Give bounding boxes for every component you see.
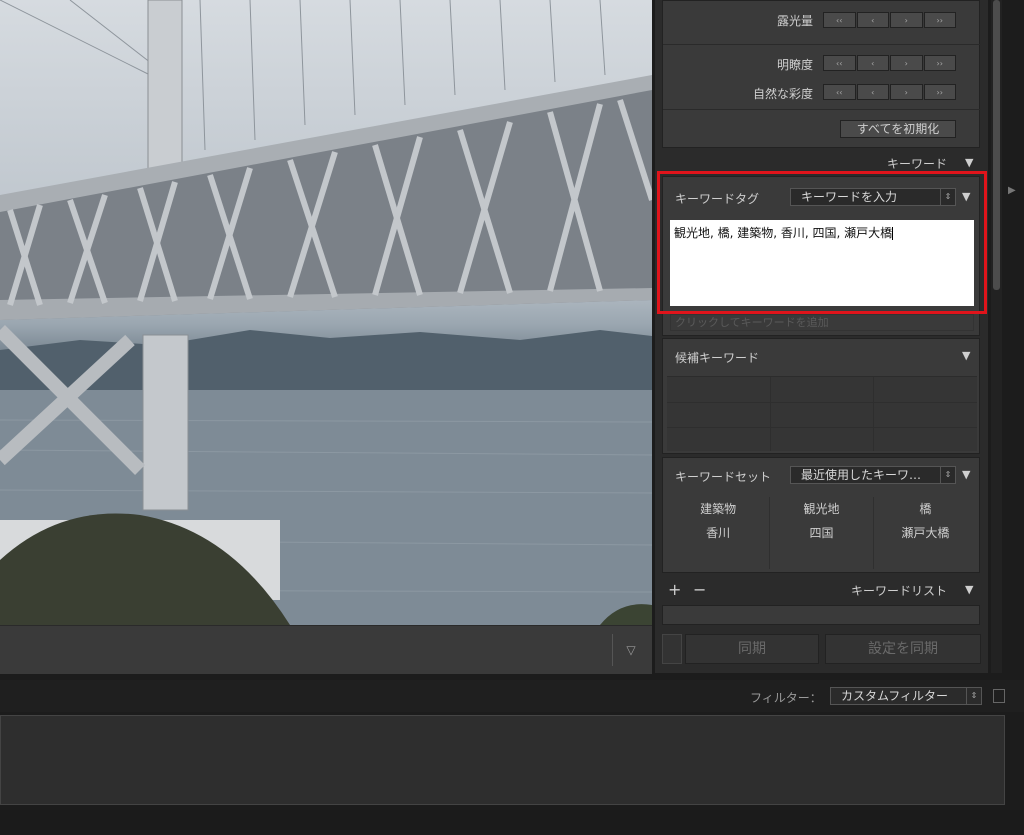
keyword-set-label: キーワードセット xyxy=(675,470,772,484)
filter-value: カスタムフィルター xyxy=(841,689,949,703)
reset-all-button[interactable]: すべてを初期化 xyxy=(840,120,956,138)
keyword-set-item[interactable]: 香川 xyxy=(667,521,771,545)
bottom-strip xyxy=(0,810,1024,835)
chevron-down-icon[interactable]: ▽ xyxy=(620,640,642,660)
keyword-list-header[interactable]: キーワードリスト xyxy=(851,582,947,604)
step-up-button[interactable]: › xyxy=(890,55,923,71)
keyword-tag-highlight xyxy=(657,171,987,314)
filter-lock-icon[interactable] xyxy=(993,689,1005,703)
sync-button[interactable]: 同期 xyxy=(685,634,819,664)
keyword-list-panel xyxy=(662,605,980,625)
bridge-photo xyxy=(0,0,652,625)
step-up-button[interactable]: › xyxy=(890,84,923,100)
step-down-button[interactable]: ‹ xyxy=(856,55,889,71)
clarity-stepper[interactable]: ‹‹ ‹ › ›› xyxy=(823,55,957,71)
filter-select[interactable]: カスタムフィルター ⇕ xyxy=(830,687,982,705)
step-big-down-button[interactable]: ‹‹ xyxy=(823,12,856,28)
quick-develop-panel: 露光量 ‹‹ ‹ › ›› 明瞭度 ‹‹ ‹ › ›› 自然な彩度 ‹‹ ‹ ›… xyxy=(662,0,981,148)
right-panel: 露光量 ‹‹ ‹ › ›› 明瞭度 ‹‹ ‹ › ›› 自然な彩度 ‹‹ ‹ ›… xyxy=(655,0,988,673)
keyword-set-select[interactable]: 最近使用したキーワ… ⇕ xyxy=(790,466,956,484)
photo-preview[interactable] xyxy=(0,0,652,625)
panel-scrollbar[interactable] xyxy=(991,0,1002,673)
triangle-down-icon[interactable]: ▼ xyxy=(965,583,973,596)
filmstrip[interactable] xyxy=(0,715,1005,805)
keyword-set-item[interactable]: 四国 xyxy=(770,521,874,545)
step-big-down-button[interactable]: ‹‹ xyxy=(823,55,856,71)
triangle-down-icon[interactable]: ▼ xyxy=(965,156,973,169)
keyword-set-grid: 建築物 観光地 橋 香川 四国 瀬戸大橋 xyxy=(667,497,977,569)
filter-label: フィルター： xyxy=(750,691,822,705)
keyword-suggestions-panel: 候補キーワード ▼ xyxy=(662,338,980,454)
vibrance-stepper[interactable]: ‹‹ ‹ › ›› xyxy=(823,84,957,100)
sync-settings-button[interactable]: 設定を同期 xyxy=(825,634,981,664)
triangle-right-icon[interactable]: ▶ xyxy=(1008,185,1020,205)
divider xyxy=(663,109,981,110)
vibrance-label: 自然な彩度 xyxy=(752,87,813,101)
remove-keyword-button[interactable]: − xyxy=(693,580,706,599)
sync-toggle-switch[interactable] xyxy=(662,634,682,664)
suggestions-grid xyxy=(667,376,977,451)
keyword-set-item[interactable] xyxy=(874,545,977,569)
keyword-set-item[interactable]: 建築物 xyxy=(667,497,771,521)
divider xyxy=(663,44,981,45)
updown-icon: ⇕ xyxy=(940,467,955,483)
photo-toolbar: ▽ xyxy=(0,625,652,674)
triangle-down-icon[interactable]: ▼ xyxy=(962,349,970,362)
step-big-up-button[interactable]: ›› xyxy=(923,12,956,28)
step-up-button[interactable]: › xyxy=(890,12,923,28)
toolbar-divider xyxy=(612,634,613,666)
add-keyword-button[interactable]: + xyxy=(668,580,681,599)
scrollbar-thumb[interactable] xyxy=(993,0,1000,290)
clarity-label: 明瞭度 xyxy=(776,58,813,72)
triangle-down-icon[interactable]: ▼ xyxy=(962,468,970,481)
keyword-suggestions-label: 候補キーワード xyxy=(675,351,760,365)
step-down-button[interactable]: ‹ xyxy=(856,84,889,100)
keyword-set-item[interactable]: 観光地 xyxy=(770,497,874,521)
keyword-set-item[interactable]: 橋 xyxy=(874,497,977,521)
keyword-set-item[interactable] xyxy=(667,545,771,569)
step-big-down-button[interactable]: ‹‹ xyxy=(823,84,856,100)
add-keyword-field[interactable]: クリックしてキーワードを追加 xyxy=(670,314,974,331)
exposure-stepper[interactable]: ‹‹ ‹ › ›› xyxy=(823,12,957,28)
keyword-set-item[interactable]: 瀬戸大橋 xyxy=(874,521,977,545)
step-big-up-button[interactable]: ›› xyxy=(923,84,956,100)
keyword-set-panel: キーワードセット 最近使用したキーワ… ⇕ ▼ 建築物 観光地 橋 香川 四国 … xyxy=(662,457,980,573)
step-down-button[interactable]: ‹ xyxy=(856,12,889,28)
keyword-set-value: 最近使用したキーワ… xyxy=(801,468,922,482)
keyword-set-item[interactable] xyxy=(770,545,874,569)
updown-icon: ⇕ xyxy=(966,688,981,704)
filmstrip-filter-bar: フィルター： カスタムフィルター ⇕ xyxy=(0,680,1024,712)
exposure-label: 露光量 xyxy=(776,14,813,28)
step-big-up-button[interactable]: ›› xyxy=(923,55,956,71)
